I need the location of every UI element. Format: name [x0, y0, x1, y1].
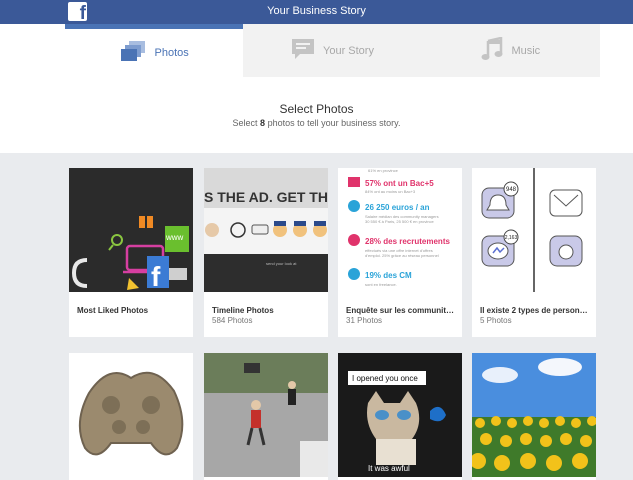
album-card[interactable] [472, 353, 596, 480]
stat-freelance-note: sont en freelance. [365, 282, 397, 287]
social-media-illustration: www f [71, 212, 189, 292]
page-title: Your Business Story [267, 5, 366, 17]
album-thumbnail: 948 2,163 [472, 168, 596, 292]
album-count: 31 Photos [346, 316, 383, 325]
stone-controller-image [78, 371, 184, 456]
stat-freelance: 19% des CM [365, 271, 412, 280]
stat-salary: 26 250 euros / an [365, 203, 430, 212]
tab-bar: Photos Your Story Music [65, 24, 600, 77]
album-card-two-types[interactable]: 948 2,163 Il existe 2 types de personnes… [472, 168, 596, 337]
album-name: Il existe 2 types de personnes [480, 306, 592, 315]
selection-panel: Photos Your Story Music Select Photos Se… [0, 24, 633, 153]
instruction-suffix: photos to tell your business story. [265, 118, 401, 128]
stat-fragment: 61% en province [368, 168, 399, 173]
banner-text: S THE AD. GET THE [204, 189, 328, 205]
album-card-most-liked[interactable]: www f Most Liked Photos [69, 168, 193, 337]
tab-photos-label: Photos [154, 47, 189, 59]
sunflower-field-image [472, 353, 596, 477]
stat-recruitment: 28% des recrutements [365, 237, 450, 246]
photos-icon [120, 40, 147, 66]
app-icons-image: 948 2,163 [481, 168, 583, 292]
svg-text:f: f [151, 261, 161, 292]
infographic-image: 61% en province 57% ont un Bac+5 84% ont… [348, 168, 450, 287]
street-view-image [204, 353, 328, 477]
stat-recruitment-note-2: d'emploi. 25% grâce au réseau personnel [365, 253, 439, 258]
album-card-enquete[interactable]: 61% en province 57% ont un Bac+5 84% ont… [338, 168, 462, 337]
album-card[interactable] [69, 353, 193, 480]
album-thumbnail [472, 353, 596, 477]
album-card[interactable] [204, 353, 328, 480]
thumb-caption: send your look at [266, 261, 297, 266]
instruction-prefix: Select [232, 118, 261, 128]
music-icon [481, 36, 503, 64]
meme-bottom-text: It was awful [368, 464, 410, 473]
meme-top-text: I opened you once [352, 374, 418, 383]
album-card[interactable]: I opened you once It was awful [338, 353, 462, 480]
top-bar: f Your Business Story [0, 0, 633, 24]
album-thumbnail: 61% en province 57% ont un Bac+5 84% ont… [338, 168, 462, 292]
album-name: Enquête sur les community managers [346, 306, 458, 315]
album-thumbnail [69, 353, 193, 477]
tab-your-story[interactable]: Your Story [243, 24, 422, 77]
album-name: Most Liked Photos [77, 306, 149, 315]
album-count: 5 Photos [480, 316, 512, 325]
album-count: 584 Photos [212, 316, 253, 325]
select-photos-instruction: Select 8 photos to tell your business st… [0, 118, 633, 128]
stat-salary-note-2: 30 550 € à Paris, 25 500 € en province [365, 219, 434, 224]
album-thumbnail: S THE AD. GET THE send your look at [204, 168, 328, 292]
album-thumbnail: I opened you once It was awful [338, 353, 462, 477]
select-photos-heading: Select Photos [279, 102, 354, 116]
album-thumbnail: www f [69, 168, 193, 292]
tab-music[interactable]: Music [421, 24, 600, 77]
tab-photos[interactable]: Photos [65, 24, 244, 77]
grumpy-cat-meme-image: I opened you once It was awful [348, 371, 446, 473]
stat-bac: 57% ont un Bac+5 [365, 179, 434, 188]
stat-bac-note: 84% ont au moins un Bac+3 [365, 189, 416, 194]
emoji-banner-image: S THE AD. GET THE send your look at [204, 168, 328, 292]
story-icon [291, 38, 315, 63]
tab-your-story-label: Your Story [323, 44, 374, 57]
tab-music-label: Music [511, 44, 541, 57]
www-label: www [165, 233, 184, 242]
album-thumbnail [204, 353, 328, 477]
notification-badge: 2,163 [505, 235, 518, 241]
notification-badge: 948 [506, 187, 517, 193]
album-card-timeline[interactable]: S THE AD. GET THE send your look at Time… [204, 168, 328, 337]
album-name: Timeline Photos [212, 306, 274, 315]
